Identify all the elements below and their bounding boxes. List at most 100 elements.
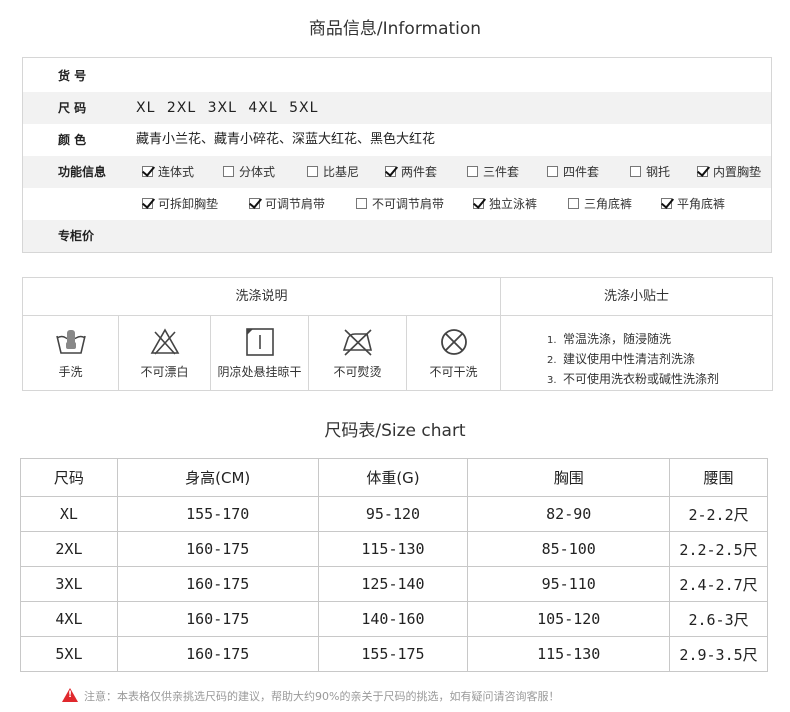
option-boyshort-bottoms[interactable]: 平角底裤 (661, 188, 725, 220)
option-underwire[interactable]: 钢托 (630, 156, 670, 188)
option-non-adjustable-strap[interactable]: 不可调节肩带 (356, 188, 444, 220)
checkbox-icon[interactable] (142, 166, 153, 177)
item-no-row: 货 号 (23, 60, 771, 92)
option-two-piece-set[interactable]: 两件套 (385, 156, 437, 188)
warning-icon (62, 688, 78, 702)
checkbox-icon[interactable] (697, 166, 708, 177)
header-weight: 体重(G) (317, 458, 469, 497)
checkbox-icon[interactable] (223, 166, 234, 177)
checkbox-icon[interactable] (630, 166, 641, 177)
header-bust: 胸围 (467, 458, 671, 497)
option-three-piece-set[interactable]: 三件套 (467, 156, 519, 188)
size-note-text: 注意：本表格仅供亲挑选尺码的建议，帮助大约90%的亲关于尺码的挑选，如有疑问请咨… (84, 690, 560, 703)
table-cell: 125-140 (317, 566, 469, 602)
header-height: 身高(CM) (116, 458, 319, 497)
table-cell: 2XL (20, 531, 118, 567)
option-two-piece-split[interactable]: 分体式 (223, 156, 275, 188)
option-adjustable-strap[interactable]: 可调节肩带 (249, 188, 325, 220)
checkbox-icon[interactable] (467, 166, 478, 177)
checkbox-icon[interactable] (385, 166, 396, 177)
wash-item-hang-dry: 阴凉处悬挂晾干 (211, 316, 309, 390)
wash-instructions-title: 洗涤说明 (23, 278, 501, 316)
wash-tip: 1. 常温洗涤，随浸随洗 (547, 332, 672, 346)
table-cell: 115-130 (317, 531, 469, 567)
option-label: 不可调节肩带 (372, 197, 445, 211)
hang-dry-shade-icon (245, 328, 274, 356)
table-cell: 5XL (20, 636, 118, 672)
checkbox-icon[interactable] (249, 198, 260, 209)
checkbox-icon[interactable] (547, 166, 558, 177)
table-row: 5XL 160-175 155-175 115-130 2.9-3.5尺 (20, 636, 768, 672)
features-row: 功能信息 连体式 分体式 比基尼 两件套 三件套 四件套 钢托 内置胸垫 (23, 156, 771, 188)
wash-tips-title: 洗涤小贴士 (501, 278, 772, 316)
table-cell: 160-175 (116, 531, 319, 567)
table-cell: 115-130 (467, 636, 671, 672)
wash-tip: 2. 建议使用中性清洁剂洗涤 (547, 352, 696, 366)
price-row: 专柜价 (23, 220, 771, 252)
table-cell: 4XL (20, 601, 118, 637)
wash-tips-list: 1. 常温洗涤，随浸随洗 2. 建议使用中性清洁剂洗涤 3. 不可使用洗衣粉或碱性洗涤… (547, 330, 719, 390)
table-cell: 160-175 (116, 636, 319, 672)
option-removable-pad[interactable]: 可拆卸胸垫 (142, 188, 218, 220)
color-value: 藏青小兰花、藏青小碎花、深蓝大红花、黑色大红花 (136, 132, 436, 147)
wash-item-label: 手洗 (58, 365, 83, 379)
checkbox-icon[interactable] (307, 166, 318, 177)
option-label: 比基尼 (323, 165, 360, 179)
table-cell: 140-160 (317, 601, 469, 637)
wash-item-no-dry-clean: 不可干洗 (407, 316, 501, 390)
table-cell: 155-175 (317, 636, 469, 672)
color-label: 颜 色 (58, 133, 87, 147)
option-built-in-pad[interactable]: 内置胸垫 (697, 156, 761, 188)
option-one-piece[interactable]: 连体式 (142, 156, 194, 188)
table-cell: 95-120 (317, 496, 469, 532)
info-section-title: 商品信息/Information (308, 19, 482, 39)
table-cell: 2-2.2尺 (669, 496, 768, 532)
wash-item-label: 阴凉处悬挂晾干 (217, 365, 302, 379)
table-cell: 2.9-3.5尺 (669, 636, 768, 672)
no-bleach-icon (150, 328, 179, 355)
wash-item-label: 不可漂白 (140, 365, 189, 379)
table-cell: 82-90 (467, 496, 671, 532)
option-four-piece-set[interactable]: 四件套 (547, 156, 599, 188)
table-cell: 105-120 (467, 601, 671, 637)
option-label: 连体式 (158, 165, 195, 179)
checkbox-icon[interactable] (661, 198, 672, 209)
price-label: 专柜价 (58, 229, 95, 243)
wash-item-no-iron: 不可熨烫 (309, 316, 407, 390)
size-note: 注意：本表格仅供亲挑选尺码的建议，帮助大约90%的亲关于尺码的挑选，如有疑问请咨… (62, 688, 559, 704)
option-label: 两件套 (401, 165, 438, 179)
option-label: 四件套 (563, 165, 600, 179)
product-info-table: 货 号 尺 码 XL 2XL 3XL 4XL 5XL 颜 色 藏青小兰花、藏青小… (22, 57, 772, 253)
table-cell: 160-175 (116, 601, 319, 637)
checkbox-icon[interactable] (356, 198, 367, 209)
wash-item-label: 不可干洗 (429, 365, 478, 379)
table-row: 2XL 160-175 115-130 85-100 2.2-2.5尺 (20, 531, 768, 567)
size-chart-title: 尺码表/Size chart (324, 421, 466, 441)
table-row: XL 155-170 95-120 82-90 2-2.2尺 (20, 496, 768, 532)
table-cell: 155-170 (116, 496, 319, 532)
header-size: 尺码 (20, 458, 118, 497)
option-separate-bottoms[interactable]: 独立泳裤 (473, 188, 537, 220)
option-label: 独立泳裤 (489, 197, 538, 211)
checkbox-icon[interactable] (568, 198, 579, 209)
table-row: 4XL 160-175 140-160 105-120 2.6-3尺 (20, 601, 768, 637)
features-label: 功能信息 (58, 165, 107, 179)
checkbox-icon[interactable] (142, 198, 153, 209)
option-triangle-bottoms[interactable]: 三角底裤 (568, 188, 632, 220)
table-cell: 3XL (20, 566, 118, 602)
size-value: XL 2XL 3XL 4XL 5XL (136, 100, 319, 116)
table-cell: 160-175 (116, 566, 319, 602)
features-row-2: 可拆卸胸垫 可调节肩带 不可调节肩带 独立泳裤 三角底裤 平角底裤 (23, 188, 771, 220)
header-waist: 腰围 (669, 458, 768, 497)
no-dry-clean-icon (440, 329, 467, 355)
table-cell: 85-100 (467, 531, 671, 567)
checkbox-icon[interactable] (473, 198, 484, 209)
wash-item-label: 不可熨烫 (333, 365, 382, 379)
size-chart-table: 尺码 身高(CM) 体重(G) 胸围 腰围 XL 155-170 95-120 … (20, 458, 768, 672)
option-label: 三角底裤 (584, 197, 633, 211)
hand-wash-icon (55, 330, 86, 354)
table-header-row: 尺码 身高(CM) 体重(G) 胸围 腰围 (20, 458, 768, 497)
option-bikini[interactable]: 比基尼 (307, 156, 359, 188)
option-label: 分体式 (239, 165, 276, 179)
table-cell: 2.6-3尺 (669, 601, 768, 637)
